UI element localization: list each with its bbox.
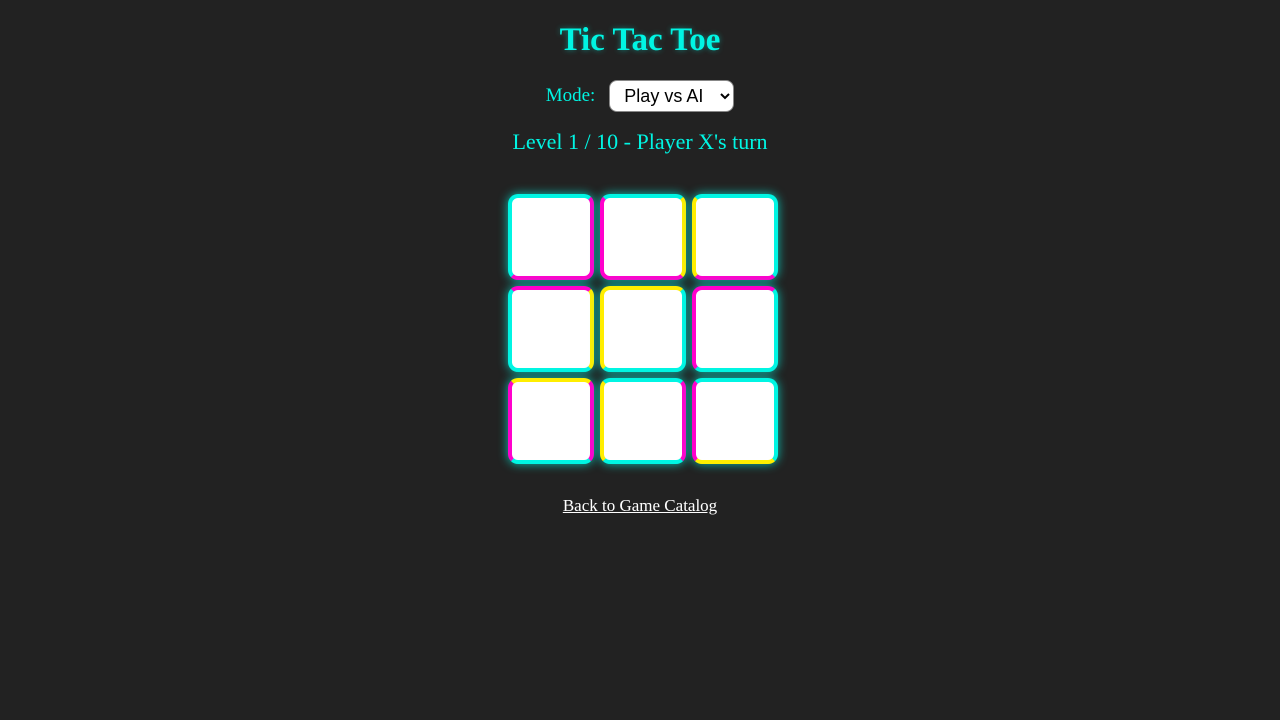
board-cell-5[interactable] bbox=[600, 286, 686, 372]
board-cell-7[interactable] bbox=[508, 378, 594, 464]
board-cell-9[interactable] bbox=[692, 378, 778, 464]
board-cell-6[interactable] bbox=[692, 286, 778, 372]
back-to-catalog-link[interactable]: Back to Game Catalog bbox=[563, 496, 717, 515]
board-cell-2[interactable] bbox=[600, 194, 686, 280]
game-status: Level 1 / 10 - Player X's turn bbox=[512, 129, 768, 154]
mode-label: Mode: bbox=[545, 85, 596, 106]
mode-select[interactable]: Play vs AI bbox=[609, 80, 735, 112]
board-cell-4[interactable] bbox=[508, 286, 594, 372]
board-cell-3[interactable] bbox=[692, 194, 778, 280]
back-link-container: Back to Game Catalog bbox=[0, 496, 1280, 516]
mode-row: Mode: Play vs AI bbox=[0, 80, 1280, 112]
board-cell-8[interactable] bbox=[600, 378, 686, 464]
game-title: Tic Tac Toe bbox=[559, 22, 721, 58]
board-cell-1[interactable] bbox=[508, 194, 594, 280]
game-board bbox=[508, 194, 780, 466]
